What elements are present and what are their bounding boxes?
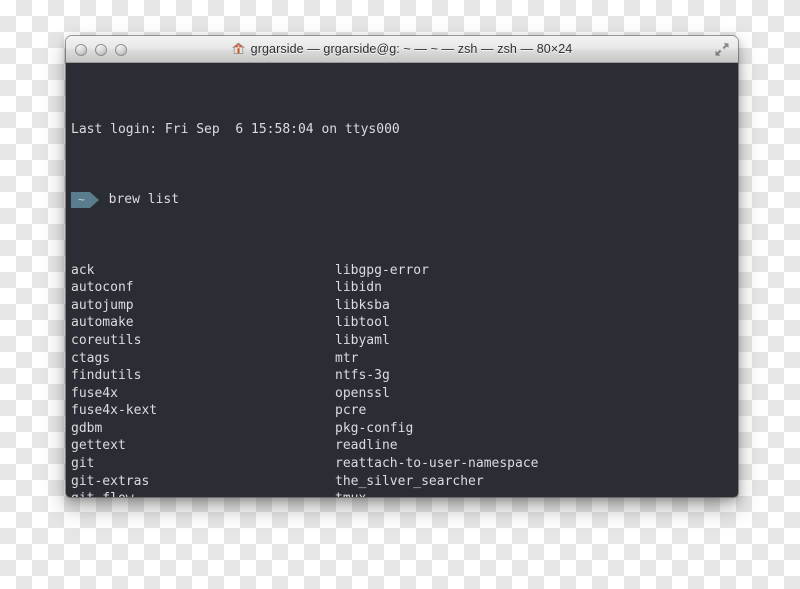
package-name: autojump xyxy=(71,297,335,315)
package-row: fuse4xopenssl xyxy=(71,385,732,403)
package-row: fuse4x-kextpcre xyxy=(71,402,732,420)
package-name: fuse4x xyxy=(71,385,335,403)
package-name: coreutils xyxy=(71,332,335,350)
close-button[interactable] xyxy=(75,44,87,56)
package-name: ntfs-3g xyxy=(335,367,390,385)
last-login-text: Last login: Fri Sep 6 15:58:04 on ttys00… xyxy=(71,121,400,139)
package-name: pkg-config xyxy=(335,420,413,438)
package-name: fuse4x-kext xyxy=(71,402,335,420)
terminal-line-command: ~ brew list xyxy=(71,191,732,209)
package-row: acklibgpg-error xyxy=(71,262,732,280)
package-row: automakelibtool xyxy=(71,314,732,332)
terminal-line-last-login: Last login: Fri Sep 6 15:58:04 on ttys00… xyxy=(71,121,732,139)
zoom-button[interactable] xyxy=(115,44,127,56)
traffic-light-group xyxy=(75,36,127,63)
window-title: grgarside — grgarside@g: ~ — ~ — zsh — z… xyxy=(251,42,573,56)
package-row: gdbmpkg-config xyxy=(71,420,732,438)
package-name: git xyxy=(71,455,335,473)
package-name: ctags xyxy=(71,350,335,368)
package-row: gettextreadline xyxy=(71,437,732,455)
package-name: gdbm xyxy=(71,420,335,438)
minimize-button[interactable] xyxy=(95,44,107,56)
package-name: autoconf xyxy=(71,279,335,297)
package-name: pcre xyxy=(335,402,366,420)
package-row: autojumplibksba xyxy=(71,297,732,315)
package-list: acklibgpg-errorautoconflibidnautojumplib… xyxy=(71,262,732,497)
package-name: reattach-to-user-namespace xyxy=(335,455,539,473)
package-name: mtr xyxy=(335,350,358,368)
window-titlebar[interactable]: grgarside — grgarside@g: ~ — ~ — zsh — z… xyxy=(66,36,738,63)
package-name: libyaml xyxy=(335,332,390,350)
package-row: git-flowtmux xyxy=(71,490,732,497)
package-name: tmux xyxy=(335,490,366,497)
package-name: gettext xyxy=(71,437,335,455)
package-name: readline xyxy=(335,437,398,455)
prompt-path-segment: ~ xyxy=(71,192,90,208)
prompt-chevron-icon xyxy=(90,192,99,208)
package-name: libksba xyxy=(335,297,390,315)
home-icon xyxy=(232,42,245,55)
package-name: git-flow xyxy=(71,490,335,497)
command-text: brew list xyxy=(109,191,179,209)
package-name: libtool xyxy=(335,314,390,332)
fullscreen-arrows-icon[interactable] xyxy=(714,42,730,57)
package-row: coreutilslibyaml xyxy=(71,332,732,350)
package-row: autoconflibidn xyxy=(71,279,732,297)
package-name: findutils xyxy=(71,367,335,385)
package-name: openssl xyxy=(335,385,390,403)
package-name: the_silver_searcher xyxy=(335,473,484,491)
package-name: ack xyxy=(71,262,335,280)
terminal-window[interactable]: grgarside — grgarside@g: ~ — ~ — zsh — z… xyxy=(66,36,738,497)
package-row: git-extrasthe_silver_searcher xyxy=(71,473,732,491)
package-name: libgpg-error xyxy=(335,262,429,280)
package-row: findutilsntfs-3g xyxy=(71,367,732,385)
package-name: automake xyxy=(71,314,335,332)
terminal-screen[interactable]: Last login: Fri Sep 6 15:58:04 on ttys00… xyxy=(66,63,738,497)
package-row: gitreattach-to-user-namespace xyxy=(71,455,732,473)
window-title-group: grgarside — grgarside@g: ~ — ~ — zsh — z… xyxy=(66,42,738,56)
shell-prompt: ~ xyxy=(71,192,99,208)
package-name: libidn xyxy=(335,279,382,297)
package-row: ctagsmtr xyxy=(71,350,732,368)
package-name: git-extras xyxy=(71,473,335,491)
screenshot-canvas: grgarside — grgarside@g: ~ — ~ — zsh — z… xyxy=(0,0,800,589)
